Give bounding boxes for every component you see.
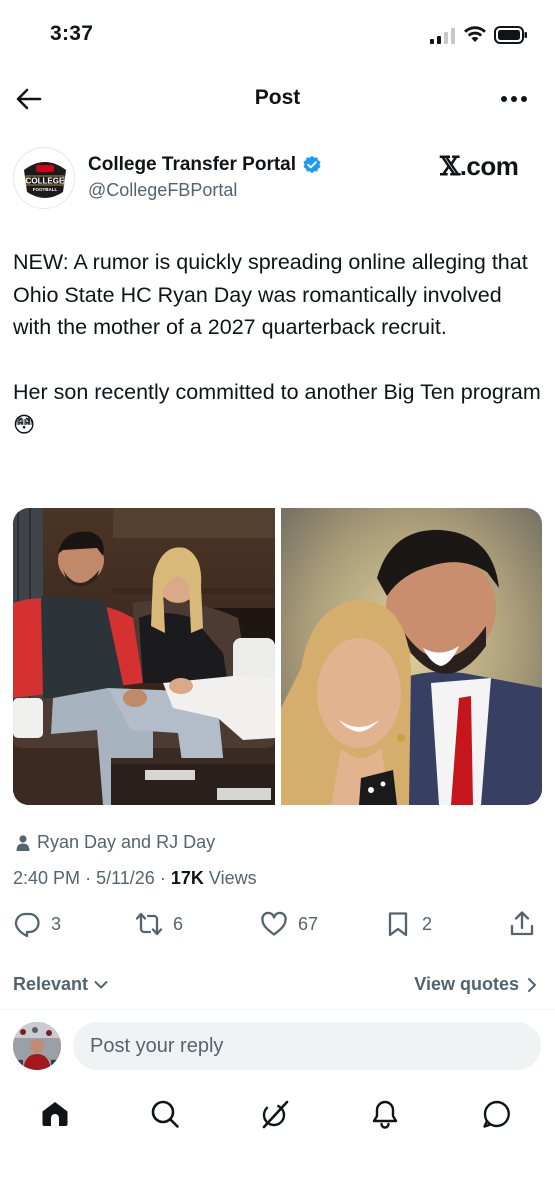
repost-button[interactable]: 6 [135,910,183,938]
bookmark-icon [388,912,408,937]
user-avatar-image [13,1022,61,1070]
bell-icon [372,1100,398,1129]
search-icon [151,1100,179,1128]
repost-count: 6 [173,913,184,934]
sort-relevant-dropdown[interactable]: Relevant [13,974,108,995]
xcom-watermark-text: .com [459,151,519,181]
photo-couple-portrait [280,508,542,805]
post-media[interactable] [13,508,542,805]
view-quotes-link[interactable]: View quotes [414,974,537,995]
wifi-icon [464,26,486,42]
post-photo-2[interactable] [280,508,542,805]
user-avatar[interactable] [13,1022,61,1070]
repost-icon [135,912,163,936]
like-button[interactable]: 67 [260,910,318,938]
post-date[interactable]: 5/11/26 [96,868,155,888]
cellular-signal-icon [430,28,455,44]
tagged-users-text[interactable]: Ryan Day and RJ Day [37,832,215,853]
more-horizontal-icon[interactable] [498,86,530,112]
grok-icon [262,1100,289,1129]
home-icon [42,1102,68,1126]
battery-icon [494,26,527,44]
avatar-logo-text: COLLEGE [26,177,65,186]
post-photo-1[interactable] [13,508,275,805]
tagged-users[interactable]: Ryan Day and RJ Day [16,832,215,853]
tab-grok[interactable] [259,1098,295,1134]
status-bar: 3:37 [0,0,555,70]
college-football-logo: COLLEGE FOOTBALL [15,149,74,208]
xcom-watermark: 𝕏.com [440,151,519,182]
author-name-text[interactable]: College Transfer Portal [88,154,296,176]
meta-separator: · [85,868,92,888]
author-handle[interactable]: @CollegeFBPortal [88,180,237,201]
person-icon [16,834,30,851]
tab-messages[interactable] [481,1098,517,1134]
share-icon [510,911,534,936]
x-logo-glyph: 𝕏 [440,152,460,182]
share-button[interactable] [508,910,536,938]
reply-count: 3 [51,913,62,934]
status-time: 3:37 [50,22,94,45]
chevron-right-icon [528,977,536,992]
post-header: Post [0,78,555,122]
bottom-tab-bar [0,1090,555,1150]
chevron-down-icon [94,980,108,988]
reply-button[interactable]: 3 [13,910,61,938]
tab-home[interactable] [39,1098,75,1134]
sort-relevant-label[interactable]: Relevant [13,974,88,995]
author-avatar[interactable]: COLLEGE FOOTBALL [13,147,75,209]
reply-input[interactable]: Post your reply [73,1022,541,1070]
view-quotes-label[interactable]: View quotes [414,974,519,995]
meta-separator: · [159,868,166,888]
post-time[interactable]: 2:40 PM [13,868,80,888]
bookmark-button[interactable]: 2 [384,910,432,938]
like-count: 67 [298,913,319,934]
post-text: NEW: A rumor is quickly spreading online… [13,250,541,437]
bookmark-count: 2 [422,913,433,934]
tab-notifications[interactable] [369,1098,405,1134]
avatar-logo-subtext: FOOTBALL [33,187,58,192]
action-bar: 3 6 67 2 [13,910,543,946]
views-label: Views [208,868,257,888]
post-meta: 2:40 PM · 5/11/26 · 17K Views [13,868,257,889]
verified-badge-icon [303,155,321,174]
author-name[interactable]: College Transfer Portal [88,154,322,176]
tab-search[interactable] [149,1098,185,1134]
reply-icon [14,912,40,938]
photo-couple-on-couch [13,508,275,805]
heart-icon [261,911,287,936]
message-icon [483,1100,510,1128]
views-count: 17K [170,868,204,888]
replies-sort-row: Relevant View quotes [0,966,555,1006]
page-title: Post [254,86,301,109]
divider [0,1009,555,1010]
